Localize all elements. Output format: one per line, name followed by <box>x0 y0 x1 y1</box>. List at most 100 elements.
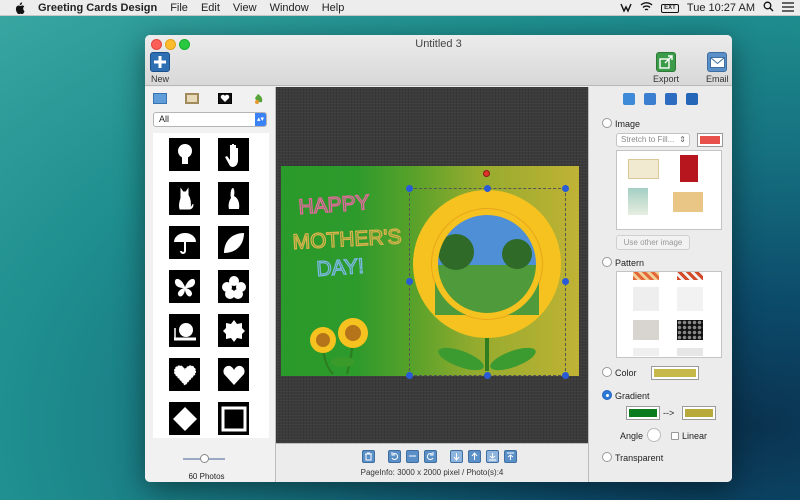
greeting-card-canvas[interactable]: HAPPY MOTHER'S DAY! <box>281 166 579 379</box>
image-category-icon[interactable] <box>153 93 167 104</box>
card-text-line-3: DAY! <box>316 255 365 281</box>
email-button[interactable]: Email <box>706 52 729 84</box>
use-other-image-button[interactable]: Use other image <box>616 235 690 250</box>
menu-help[interactable]: Help <box>322 2 345 14</box>
resize-handle-bottom-right[interactable] <box>562 372 569 379</box>
menu-file[interactable]: File <box>170 2 188 14</box>
canvas-area[interactable]: HAPPY MOTHER'S DAY! <box>276 87 588 443</box>
export-button[interactable]: Export <box>653 52 679 84</box>
pattern-thumbnail[interactable] <box>633 320 659 340</box>
pattern-tab-icon[interactable] <box>665 93 677 105</box>
menu-window[interactable]: Window <box>270 2 309 14</box>
resize-handle-top-left[interactable] <box>406 185 413 192</box>
app-window: Untitled 3 New Export Email All ▴▾ 60 Pho… <box>145 35 732 482</box>
transparent-label: Transparent <box>615 453 664 463</box>
text-tab-icon[interactable] <box>644 93 656 105</box>
image-thumbnail[interactable] <box>680 155 698 182</box>
pattern-thumbnail[interactable] <box>677 348 703 356</box>
gradient-start-color-well[interactable] <box>626 406 660 420</box>
hand-shape[interactable] <box>218 138 249 171</box>
rotate-handle[interactable] <box>483 170 490 177</box>
send-to-back-icon[interactable] <box>486 450 499 463</box>
leaf-shape[interactable] <box>218 226 249 259</box>
diamond-shape[interactable] <box>169 402 200 435</box>
clock[interactable]: Tue 10:27 AM <box>687 2 755 14</box>
rabbit-shape[interactable] <box>218 182 249 215</box>
umbrella-shape[interactable] <box>169 226 200 259</box>
gradient-label: Gradient <box>615 391 650 401</box>
pattern-thumbnail[interactable] <box>633 272 659 280</box>
bring-forward-icon[interactable] <box>468 450 481 463</box>
new-button[interactable]: New <box>150 52 170 84</box>
pattern-thumbnail[interactable] <box>677 320 703 340</box>
cat-shape[interactable] <box>169 182 200 215</box>
gradient-end-color-well[interactable] <box>682 406 716 420</box>
rotate-right-icon[interactable] <box>424 450 437 463</box>
bulb-shape[interactable] <box>169 138 200 171</box>
photo-count: 60 Photos <box>188 472 225 481</box>
menu-view[interactable]: View <box>233 2 257 14</box>
fill-mode-select[interactable]: Stretch to Fill... ⇕ <box>616 133 690 147</box>
menu-edit[interactable]: Edit <box>201 2 220 14</box>
resize-handle-left[interactable] <box>406 278 413 285</box>
rotate-left-icon[interactable] <box>388 450 401 463</box>
apple-menu-icon[interactable] <box>12 1 26 15</box>
shape-grid[interactable] <box>153 133 269 438</box>
butterfly-shape[interactable] <box>169 270 200 303</box>
status-app-icon[interactable] <box>620 1 632 16</box>
bring-to-front-icon[interactable] <box>504 450 517 463</box>
resize-handle-top[interactable] <box>484 185 491 192</box>
pattern-thumbnails[interactable] <box>616 271 722 358</box>
send-backward-icon[interactable] <box>450 450 463 463</box>
square-frame-shape[interactable] <box>218 402 249 435</box>
heart-rough-shape[interactable] <box>169 358 200 391</box>
notification-center-icon[interactable] <box>782 1 794 15</box>
resize-handle-top-right[interactable] <box>562 185 569 192</box>
battery-icon[interactable]: EXT <box>660 3 679 13</box>
selection-box[interactable] <box>409 188 566 376</box>
pattern-thumbnail[interactable] <box>633 287 659 311</box>
transparent-radio[interactable] <box>602 452 612 462</box>
gradient-radio[interactable] <box>602 390 612 400</box>
resize-handle-bottom-left[interactable] <box>406 372 413 379</box>
gradient-arrow: --> <box>663 408 675 418</box>
linear-checkbox[interactable] <box>671 432 679 440</box>
new-document-icon <box>150 52 170 72</box>
layout-tab-icon[interactable] <box>623 93 635 105</box>
flip-icon[interactable] <box>406 450 419 463</box>
angle-dial[interactable] <box>647 428 661 442</box>
pattern-thumbnail[interactable] <box>677 287 703 311</box>
thumbnail-size-slider-knob[interactable] <box>200 454 209 463</box>
mask-category-icon[interactable] <box>218 93 232 104</box>
clipart-category-icon[interactable] <box>251 93 265 104</box>
image-color-well[interactable] <box>697 133 723 147</box>
color-radio[interactable] <box>602 367 612 377</box>
bottom-toolbar: PageInfo: 3000 x 2000 pixel / Photo(s):4 <box>276 443 588 482</box>
app-menu[interactable]: Greeting Cards Design <box>38 2 157 14</box>
flower-shape[interactable] <box>218 270 249 303</box>
spotlight-search-icon[interactable] <box>763 1 774 15</box>
seal-shape[interactable] <box>218 314 249 347</box>
image-thumbnails[interactable] <box>616 150 722 230</box>
export-icon <box>656 52 676 72</box>
frame-category-icon[interactable] <box>185 93 199 104</box>
resize-handle-right[interactable] <box>562 278 569 285</box>
snail-shape[interactable] <box>169 314 200 347</box>
delete-icon[interactable] <box>362 450 375 463</box>
pattern-thumbnail[interactable] <box>633 348 659 356</box>
image-radio[interactable] <box>602 118 612 128</box>
color-well[interactable] <box>651 366 699 380</box>
image-thumbnail[interactable] <box>628 159 659 179</box>
pattern-thumbnail[interactable] <box>677 272 703 280</box>
menu-bar: Greeting Cards Design File Edit View Win… <box>0 0 800 16</box>
resize-handle-bottom[interactable] <box>484 372 491 379</box>
heart-shape[interactable] <box>218 358 249 391</box>
category-filter-select[interactable]: All ▴▾ <box>153 112 267 127</box>
page-tab-icon[interactable] <box>686 93 698 105</box>
image-thumbnail[interactable] <box>673 192 703 212</box>
new-button-label: New <box>150 74 169 84</box>
window-title: Untitled 3 <box>415 38 462 50</box>
image-thumbnail[interactable] <box>628 188 648 215</box>
wifi-icon[interactable] <box>640 1 653 15</box>
pattern-radio[interactable] <box>602 257 612 267</box>
